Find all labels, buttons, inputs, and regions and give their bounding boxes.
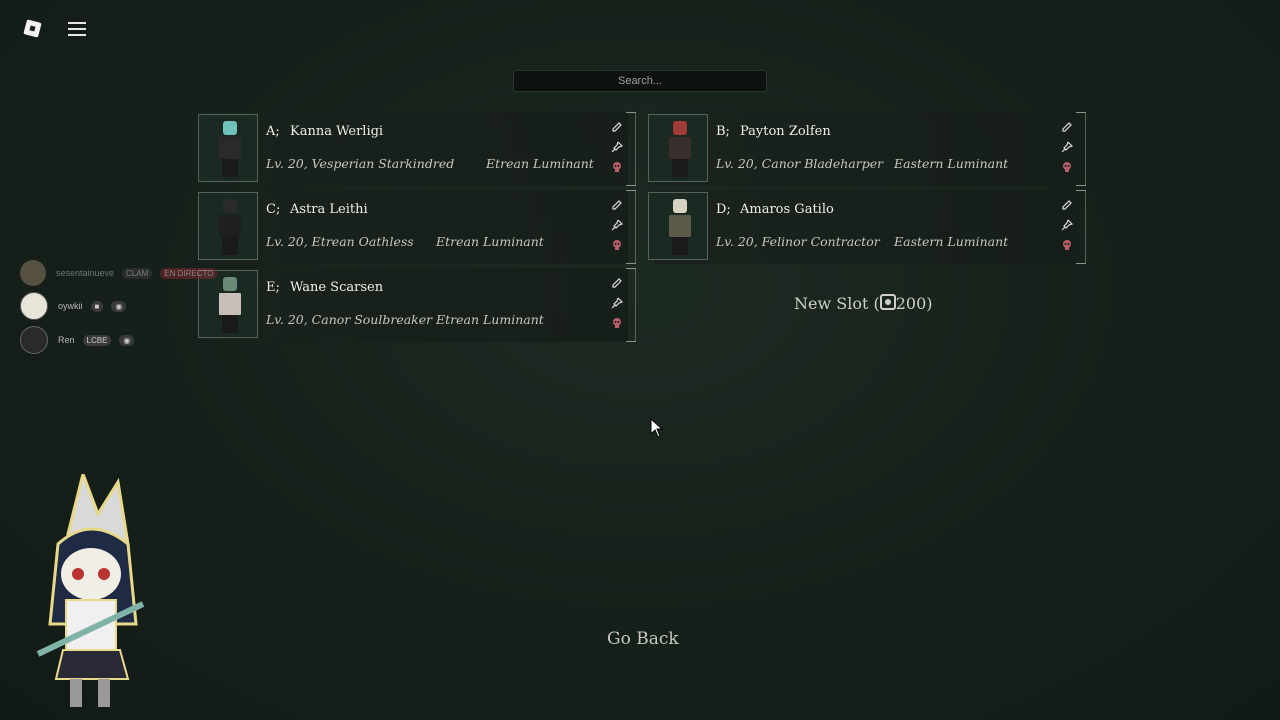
overlay-username: sesentainueve <box>56 268 115 278</box>
menu-icon[interactable] <box>68 18 90 40</box>
robux-icon <box>879 294 896 310</box>
character-slot-a[interactable]: A; Kanna Werligi Lv. 20, Vesperian Starki… <box>196 112 636 186</box>
avatar <box>20 292 48 320</box>
avatar <box>219 277 241 335</box>
pin-icon[interactable] <box>1060 218 1074 232</box>
edit-pencil-icon[interactable] <box>610 198 624 212</box>
slot-tools <box>610 198 626 258</box>
avatar <box>219 121 241 179</box>
overlay-user-row: sesentainueve CLAM EN DIRECTO <box>20 260 218 286</box>
character-region: Eastern Luminant <box>894 156 1009 171</box>
pin-icon[interactable] <box>610 140 624 154</box>
slot-title: B; Payton Zolfen <box>716 124 831 139</box>
overlay-badge: CLAM <box>122 267 153 279</box>
slot-tools <box>1060 120 1076 180</box>
character-portrait <box>648 192 708 260</box>
overlay-live-badge: EN DIRECTO <box>160 267 218 279</box>
edit-pencil-icon[interactable] <box>1060 120 1074 134</box>
avatar <box>669 199 691 257</box>
edit-pencil-icon[interactable] <box>1060 198 1074 212</box>
character-slot-c[interactable]: C; Astra Leithi Lv. 20, Etrean Oathless E… <box>196 190 636 264</box>
character-name: Amaros Gatilo <box>740 202 834 217</box>
character-portrait <box>198 192 258 260</box>
character-region: Eastern Luminant <box>894 234 1009 249</box>
eye-icon: ◉ <box>119 334 135 346</box>
slot-title: A; Kanna Werligi <box>266 124 383 139</box>
slot-letter: A; <box>266 124 280 139</box>
character-region: Etrean Luminant <box>486 156 594 171</box>
edit-pencil-icon[interactable] <box>610 120 624 134</box>
delete-skull-icon[interactable] <box>1060 238 1074 252</box>
slot-title: E; Wane Scarsen <box>266 280 383 295</box>
camera-icon: ■ <box>90 300 104 312</box>
character-region: Etrean Luminant <box>436 312 544 327</box>
pin-icon[interactable] <box>1060 140 1074 154</box>
slot-letter: B; <box>716 124 730 139</box>
cursor-icon <box>650 418 664 438</box>
new-slot-button[interactable]: New Slot ( 200) <box>794 294 933 313</box>
character-name: Kanna Werligi <box>290 124 384 139</box>
roblox-logo-icon[interactable] <box>22 18 44 40</box>
new-slot-cost: 200 <box>895 294 927 313</box>
slot-tools <box>1060 198 1076 258</box>
avatar <box>219 199 241 257</box>
slot-letter: C; <box>266 202 281 217</box>
character-name: Payton Zolfen <box>740 124 831 139</box>
character-level-class: Lv. 20, Canor Soulbreaker <box>266 312 433 327</box>
character-level-class: Lv. 20, Vesperian Starkindred <box>266 156 455 171</box>
slot-letter: E; <box>266 280 280 295</box>
delete-skull-icon[interactable] <box>610 238 624 252</box>
overlay-badge: LCBE <box>82 334 112 346</box>
new-slot-label: New Slot ( <box>794 294 880 313</box>
slot-title: C; Astra Leithi <box>266 202 368 217</box>
character-level-class: Lv. 20, Etrean Oathless <box>266 234 414 249</box>
character-level-class: Lv. 20, Canor Bladeharper <box>716 156 884 171</box>
edit-pencil-icon[interactable] <box>610 276 624 290</box>
slot-tools <box>610 276 626 336</box>
pin-icon[interactable] <box>610 218 624 232</box>
avatar <box>20 326 48 354</box>
search-input[interactable]: Search... <box>513 70 767 92</box>
slot-title: D; Amaros Gatilo <box>716 202 834 217</box>
overlay-user-row: Ren LCBE ◉ <box>20 326 135 354</box>
character-portrait <box>648 114 708 182</box>
overlay-user-row: oywkii ■ ◉ <box>20 292 127 320</box>
eye-icon: ◉ <box>111 300 127 312</box>
new-slot-label-end: ) <box>926 294 933 313</box>
character-slot-b[interactable]: B; Payton Zolfen Lv. 20, Canor Bladeharpe… <box>646 112 1086 186</box>
slot-tools <box>610 120 626 180</box>
character-region: Etrean Luminant <box>436 234 544 249</box>
slot-letter: D; <box>716 202 731 217</box>
character-name: Wane Scarsen <box>290 280 384 295</box>
pin-icon[interactable] <box>610 296 624 310</box>
mascot-character-image <box>36 474 145 707</box>
avatar <box>20 260 46 286</box>
delete-skull-icon[interactable] <box>1060 160 1074 174</box>
character-slot-e[interactable]: E; Wane Scarsen Lv. 20, Canor Soulbreaker… <box>196 268 636 342</box>
go-back-button[interactable]: Go Back <box>607 629 679 649</box>
avatar <box>669 121 691 179</box>
character-name: Astra Leithi <box>290 202 368 217</box>
overlay-username: oywkii <box>58 301 83 311</box>
character-portrait <box>198 114 258 182</box>
delete-skull-icon[interactable] <box>610 160 624 174</box>
overlay-username: Ren <box>58 335 75 345</box>
character-slot-d[interactable]: D; Amaros Gatilo Lv. 20, Felinor Contract… <box>646 190 1086 264</box>
character-level-class: Lv. 20, Felinor Contractor <box>716 234 880 249</box>
delete-skull-icon[interactable] <box>610 316 624 330</box>
